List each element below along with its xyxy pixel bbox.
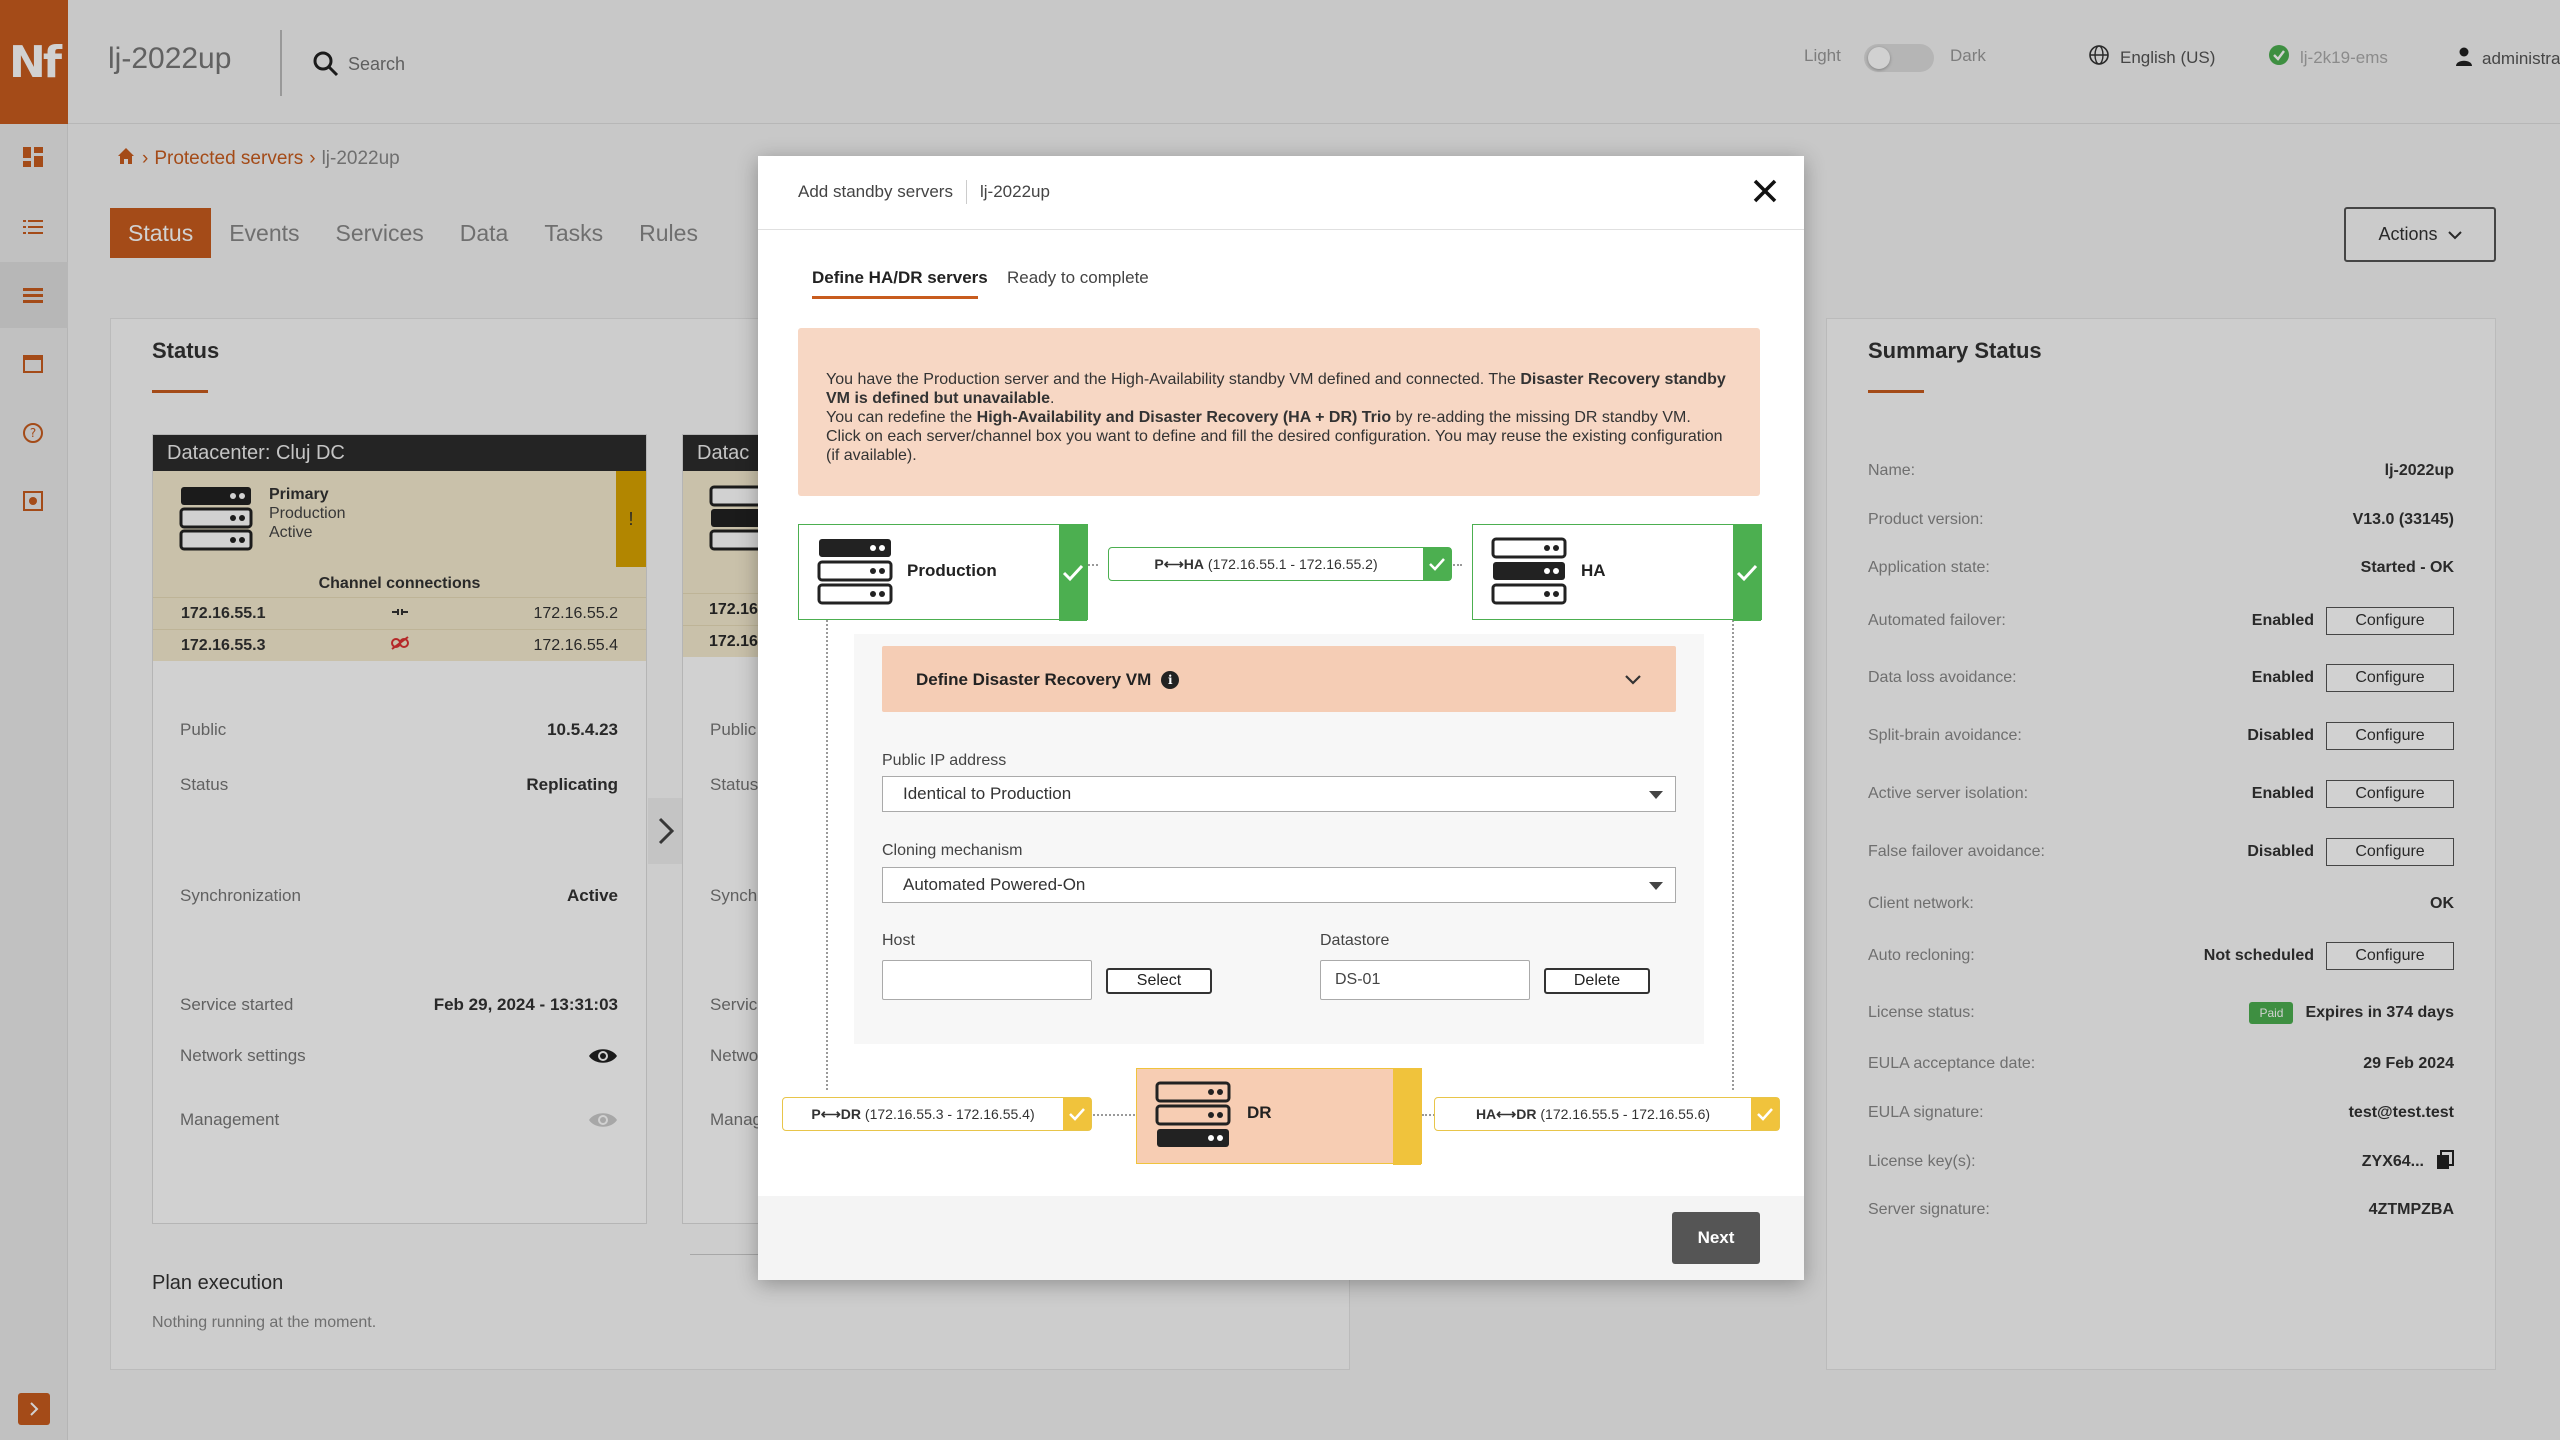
public-ip-select[interactable]: Identical to Production	[882, 776, 1676, 812]
link-ha-dr[interactable]: HA⟷DR (172.16.55.5 - 172.16.55.6)	[1434, 1097, 1780, 1131]
link-icon: ⟷	[1496, 1105, 1517, 1122]
info-alert: You have the Production server and the H…	[798, 328, 1760, 496]
chevron-down-icon[interactable]	[1624, 666, 1642, 692]
link-p-ha[interactable]: P⟷HA (172.16.55.1 - 172.16.55.2)	[1108, 547, 1452, 581]
production-node[interactable]: Production	[798, 524, 1088, 621]
tab-define-ha-dr[interactable]: Define HA/DR servers	[812, 268, 988, 288]
check-icon	[1733, 525, 1761, 621]
link-icon: ⟷	[820, 1105, 841, 1122]
server-icon	[1491, 537, 1567, 612]
ha-label: HA	[1581, 561, 1606, 580]
dr-section-title: Define Disaster Recovery VM	[916, 670, 1152, 689]
host-label: Host	[882, 932, 915, 949]
datastore-label: Datastore	[1320, 932, 1390, 949]
dr-section-header[interactable]: Define Disaster Recovery VM i	[882, 646, 1676, 712]
check-icon	[1423, 548, 1451, 580]
active-tab-underline	[812, 296, 978, 299]
check-icon	[1751, 1098, 1779, 1130]
check-icon	[1059, 525, 1087, 621]
dr-status-bar	[1393, 1069, 1421, 1165]
modal-title-separator	[966, 180, 967, 204]
add-standby-modal: Add standby servers lj-2022up Define HA/…	[758, 156, 1804, 1280]
check-icon	[1063, 1098, 1091, 1130]
modal-title: Add standby servers	[798, 182, 953, 201]
next-button[interactable]: Next	[1672, 1212, 1760, 1264]
modal-subtitle: lj-2022up	[980, 182, 1050, 201]
production-label: Production	[907, 561, 997, 580]
modal-header: Add standby servers lj-2022up	[758, 156, 1804, 230]
server-icon	[817, 537, 893, 612]
dr-label: DR	[1247, 1103, 1272, 1122]
link-icon: ⟷	[1163, 555, 1184, 572]
delete-datastore-button[interactable]: Delete	[1544, 968, 1650, 994]
link-p-dr[interactable]: P⟷DR (172.16.55.3 - 172.16.55.4)	[782, 1097, 1092, 1131]
ha-node[interactable]: HA	[1472, 524, 1762, 621]
caret-down-icon	[1649, 791, 1663, 799]
tab-ready-to-complete[interactable]: Ready to complete	[1007, 268, 1149, 288]
modal-footer	[758, 1196, 1804, 1280]
close-icon[interactable]	[1748, 176, 1782, 210]
server-icon	[1155, 1081, 1231, 1156]
host-input[interactable]	[882, 960, 1092, 1000]
cloning-mechanism-label: Cloning mechanism	[882, 842, 1023, 859]
caret-down-icon	[1649, 882, 1663, 890]
dr-node[interactable]: DR	[1136, 1068, 1422, 1165]
datastore-input[interactable]: DS-01	[1320, 960, 1530, 1000]
select-host-button[interactable]: Select	[1106, 968, 1212, 994]
public-ip-label: Public IP address	[882, 752, 1007, 769]
cloning-mechanism-select[interactable]: Automated Powered-On	[882, 867, 1676, 903]
info-icon[interactable]: i	[1161, 671, 1180, 689]
